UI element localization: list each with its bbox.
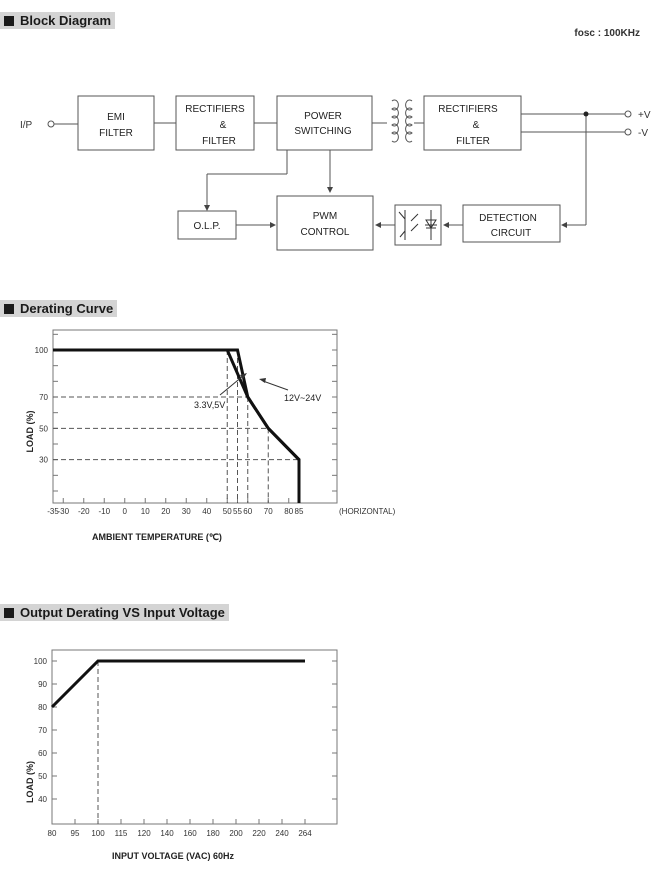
input-terminal (47, 120, 55, 128)
annotation-arrow-3v3-5v (219, 375, 244, 396)
y-tick-label: 100 (35, 346, 49, 355)
x-tick-label: -10 (98, 507, 110, 516)
power-label-2: SWITCHING (294, 126, 351, 137)
y-axis-label: LOAD (%) (25, 761, 35, 803)
y-tick-label: 80 (38, 703, 47, 712)
x-tick-label: 0 (123, 507, 128, 516)
rect1-label-1: RECTIFIERS (185, 104, 245, 115)
x-tick-label: -20 (78, 507, 90, 516)
x-tick-label: 140 (160, 829, 174, 838)
output-terminal-neg (624, 128, 632, 136)
output-derating-chart: 100 90 80 70 60 50 40 80 95 100 115 120 140 160 180 200… (25, 649, 338, 861)
rect2-label-1: RECTIFIERS (438, 104, 498, 115)
rect2-label-2: & (473, 120, 480, 131)
annotation-arrow-12v-24v (262, 380, 289, 391)
x-tick-label: 85 (295, 507, 304, 516)
input-label: I/P (20, 120, 33, 131)
bullet-square-icon (4, 303, 14, 314)
x-tick-label: 20 (161, 507, 170, 516)
output-neg-label: -V (638, 128, 648, 139)
x-tick-label: 60 (243, 507, 252, 516)
output-terminal-pos (624, 110, 632, 118)
x-tick-label: 55 (233, 507, 242, 516)
pwm-label-2: CONTROL (301, 227, 350, 238)
y-tick-label: 100 (34, 657, 48, 666)
x-tick-label: 50 (223, 507, 232, 516)
annotation-arrowhead (259, 378, 266, 383)
transformer-primary (391, 99, 399, 143)
rect2-label-3: FILTER (456, 136, 490, 147)
y-tick-label: 60 (38, 749, 47, 758)
x-tick-label: 160 (183, 829, 197, 838)
output-pos-label: +V (638, 110, 651, 121)
detect-label-1: DETECTION (479, 213, 537, 224)
section-header-output-derating: Output Derating VS Input Voltage (0, 604, 229, 621)
annotation-3v3-5v: 3.3V,5V (194, 400, 225, 410)
optocoupler-icon (398, 210, 437, 240)
junction-dot (583, 111, 589, 117)
x-tick-label: 10 (141, 507, 150, 516)
x-tick-label: 70 (264, 507, 273, 516)
rect1-label-3: FILTER (202, 136, 236, 147)
x-tick-label: 80 (48, 829, 57, 838)
series-line-12v-24v (53, 348, 301, 503)
x-tick-label: 40 (202, 507, 211, 516)
x-tick-label: 240 (275, 829, 289, 838)
rect1-label-2: & (220, 120, 227, 131)
power-label-1: POWER (304, 111, 342, 122)
annotation-12v-24v: 12V~24V (284, 393, 321, 403)
y-tick-label: 90 (38, 680, 47, 689)
transformer-secondary (405, 99, 413, 143)
section-title: Output Derating VS Input Voltage (20, 605, 225, 620)
pwm-control-block (276, 195, 374, 251)
x-tick-label: 220 (252, 829, 266, 838)
power-switching-block (276, 95, 373, 151)
series-line-load (50, 659, 305, 709)
y-tick-label: 70 (39, 393, 48, 402)
y-axis-label: LOAD (%) (25, 411, 35, 453)
emi-filter-block (77, 95, 155, 151)
y-tick-label: 40 (38, 795, 47, 804)
x-tick-label: 120 (137, 829, 151, 838)
x-axis-suffix: (HORIZONTAL) (339, 507, 396, 516)
olp-label: O.L.P. (193, 221, 220, 232)
series-line-3v3-5v (53, 348, 301, 503)
y-tick-label: 50 (38, 772, 47, 781)
x-tick-label: 100 (91, 829, 105, 838)
x-tick-label: 180 (206, 829, 220, 838)
block-diagram: fosc : 100KHz I/P +V -V EMI FILTER RECTI… (20, 28, 651, 251)
section-header-derating-curve: Derating Curve (0, 300, 118, 317)
x-tick-label: 95 (71, 829, 80, 838)
x-axis-label: AMBIENT TEMPERATURE (℃) (92, 532, 222, 542)
bullet-square-icon (4, 607, 14, 618)
x-axis-label: INPUT VOLTAGE (VAC) 60Hz (112, 851, 235, 861)
y-tick-label: 50 (39, 424, 48, 433)
y-tick-label: 70 (38, 726, 47, 735)
x-tick-label: 115 (115, 829, 128, 838)
emi-label-2: FILTER (99, 128, 133, 139)
plot-frame (52, 329, 338, 504)
detect-label-2: CIRCUIT (491, 228, 532, 239)
x-tick-label: -30 (57, 507, 69, 516)
fosc-label: fosc : 100KHz (574, 28, 640, 39)
x-tick-label: 200 (229, 829, 243, 838)
pwm-label-1: PWM (313, 211, 337, 222)
x-tick-label: 80 (284, 507, 293, 516)
section-title: Derating Curve (20, 301, 114, 316)
emi-label-1: EMI (107, 112, 125, 123)
derating-curve-chart: 100705030-35-30 -20 -10 0 10 20 30 40 50 55 60 70 80… (25, 329, 396, 542)
y-tick-label: 30 (39, 456, 48, 465)
x-tick-label: 30 (182, 507, 191, 516)
x-tick-label: 264 (298, 829, 312, 838)
plot-frame (51, 649, 338, 825)
